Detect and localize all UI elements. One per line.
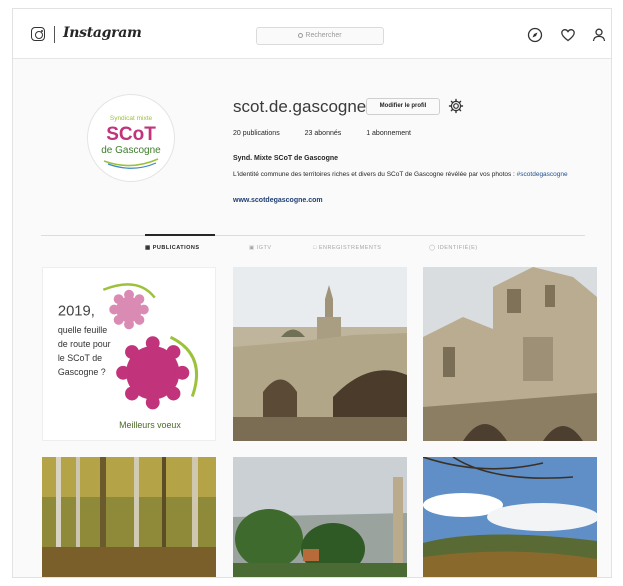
avatar-logo-line3: de Gascogne	[101, 145, 161, 156]
tab-tagged-label: IDENTIFIÉ(E)	[437, 245, 478, 251]
bio-description: L'identité commune des territoires riche…	[233, 171, 515, 178]
search-placeholder: Rechercher	[305, 32, 342, 39]
post-tile[interactable]	[423, 267, 597, 441]
card-line-5: Gascogne ?	[58, 367, 106, 377]
gear-icon[interactable]	[448, 98, 464, 114]
bridge-photo	[233, 267, 407, 441]
heart-icon[interactable]	[560, 27, 576, 43]
bio-name: Synd. Mixte SCoT de Gascogne	[233, 155, 339, 162]
search-icon	[298, 32, 304, 38]
post-tile[interactable]	[233, 267, 407, 441]
card-line-3: de route pour	[58, 339, 111, 349]
profile-stats: 20 publications 23 abonnés 1 abonnement	[233, 130, 434, 137]
card-footer: Meilleurs voeux	[119, 420, 181, 430]
greeting-card-image: 2019, quelle feuille de route pour le SC…	[44, 268, 215, 440]
card-line-2: quelle feuille	[58, 325, 107, 335]
following-count[interactable]: 1 abonnement	[366, 130, 411, 137]
tab-publications[interactable]: ▦ PUBLICATIONS	[145, 245, 200, 251]
hills-photo	[423, 457, 597, 577]
compass-icon[interactable]	[527, 27, 543, 43]
tag-icon: ◯	[429, 245, 438, 251]
tab-saved-label: ENREGISTREMENTS	[318, 245, 382, 251]
edit-profile-button[interactable]: Modifier le profil	[366, 98, 440, 115]
instagram-wordmark[interactable]: Instagram	[63, 25, 142, 41]
card-line-1: 2019,	[58, 303, 95, 319]
trees-photo	[233, 457, 407, 577]
profile-username: scot.de.gascogne	[233, 97, 367, 116]
post-tile[interactable]	[42, 457, 216, 577]
tab-tagged[interactable]: ◯ IDENTIFIÉ(E)	[429, 245, 478, 251]
browser-frame: Instagram Rechercher Syndicat mixte SCoT…	[12, 8, 612, 578]
search-input[interactable]: Rechercher	[256, 27, 384, 45]
avatar-logo-brand: SCoT	[106, 124, 156, 145]
tab-divider	[41, 235, 585, 236]
website-link[interactable]: www.scotdegascogne.com	[233, 197, 323, 204]
cathedral-photo	[423, 267, 597, 441]
post-tile[interactable]	[423, 457, 597, 577]
bio-text: L'identité commune des territoires riche…	[233, 169, 593, 180]
post-tile[interactable]	[233, 457, 407, 577]
forest-photo	[42, 457, 216, 577]
post-tile[interactable]: 2019, quelle feuille de route pour le SC…	[42, 267, 216, 441]
followers-count[interactable]: 23 abonnés	[305, 130, 342, 137]
card-line-4: le SCoT de	[58, 353, 102, 363]
publications-count: 20 publications	[233, 130, 280, 137]
instagram-glyph-icon[interactable]	[31, 27, 45, 41]
top-navigation-bar: Instagram Rechercher	[13, 9, 611, 59]
profile-avatar[interactable]: Syndicat mixte SCoT de Gascogne	[88, 95, 174, 181]
user-icon[interactable]	[591, 27, 607, 43]
nav-divider	[54, 26, 55, 43]
tv-icon: ▣	[249, 245, 257, 251]
tab-saved[interactable]: □ ENREGISTREMENTS	[313, 245, 381, 251]
tab-igtv-label: IGTV	[256, 245, 272, 251]
grid-icon: ▦	[145, 245, 153, 251]
avatar-logo-line1: Syndicat mixte	[110, 115, 153, 122]
tab-publications-label: PUBLICATIONS	[152, 245, 200, 251]
tab-igtv[interactable]: ▣ IGTV	[249, 245, 272, 251]
bio-hashtag[interactable]: #scotdegascogne	[517, 171, 568, 178]
active-tab-indicator	[145, 234, 215, 236]
